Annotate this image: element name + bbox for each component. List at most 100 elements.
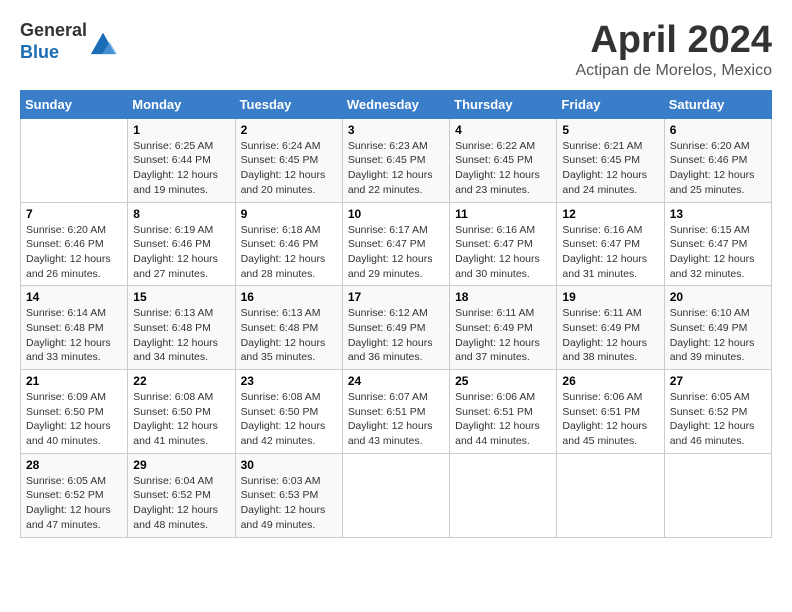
day-info: Sunrise: 6:12 AM Sunset: 6:49 PM Dayligh…	[348, 306, 444, 365]
calendar-cell: 28Sunrise: 6:05 AM Sunset: 6:52 PM Dayli…	[21, 453, 128, 537]
week-row-4: 21 Sunrise: 6:09 AM Sunset: 6:50 PM Dayli…	[21, 370, 772, 454]
calendar-cell: 14 Sunrise: 6:14 AM Sunset: 6:48 PM Dayli…	[21, 286, 128, 370]
day-number: 6	[670, 123, 766, 137]
calendar-cell: 5 Sunrise: 6:21 AM Sunset: 6:45 PM Daylig…	[557, 118, 664, 202]
calendar-cell: 25 Sunrise: 6:06 AM Sunset: 6:51 PM Dayli…	[450, 370, 557, 454]
calendar-cell: 29 Sunrise: 6:04 AM Sunset: 6:52 PM Dayli…	[128, 453, 235, 537]
day-info: Sunrise: 6:08 AM Sunset: 6:50 PM Dayligh…	[241, 390, 337, 449]
day-info: Sunrise: 6:16 AM Sunset: 6:47 PM Dayligh…	[562, 223, 658, 282]
day-number: 28	[26, 458, 122, 472]
day-info: Sunrise: 6:15 AM Sunset: 6:47 PM Dayligh…	[670, 223, 766, 282]
calendar-cell: 21 Sunrise: 6:09 AM Sunset: 6:50 PM Dayli…	[21, 370, 128, 454]
day-number: 23	[241, 374, 337, 388]
day-number: 20	[670, 290, 766, 304]
day-number: 16	[241, 290, 337, 304]
day-header-wednesday: Wednesday	[342, 90, 449, 118]
calendar-cell	[557, 453, 664, 537]
day-info: Sunrise: 6:13 AM Sunset: 6:48 PM Dayligh…	[133, 306, 229, 365]
calendar-cell: 8 Sunrise: 6:19 AM Sunset: 6:46 PM Daylig…	[128, 202, 235, 286]
day-info: Sunrise: 6:06 AM Sunset: 6:51 PM Dayligh…	[455, 390, 551, 449]
day-number: 9	[241, 207, 337, 221]
day-header-saturday: Saturday	[664, 90, 771, 118]
day-header-sunday: Sunday	[21, 90, 128, 118]
day-info: Sunrise: 6:13 AM Sunset: 6:48 PM Dayligh…	[241, 306, 337, 365]
day-info: Sunrise: 6:04 AM Sunset: 6:52 PM Dayligh…	[133, 474, 229, 533]
calendar-cell: 10 Sunrise: 6:17 AM Sunset: 6:47 PM Dayli…	[342, 202, 449, 286]
day-number: 30	[241, 458, 337, 472]
calendar-cell: 13 Sunrise: 6:15 AM Sunset: 6:47 PM Dayli…	[664, 202, 771, 286]
day-info: Sunrise: 6:20 AM Sunset: 6:46 PM Dayligh…	[26, 223, 122, 282]
day-info: Sunrise: 6:19 AM Sunset: 6:46 PM Dayligh…	[133, 223, 229, 282]
week-row-1: 1Sunrise: 6:25 AM Sunset: 6:44 PM Daylig…	[21, 118, 772, 202]
calendar-cell: 6 Sunrise: 6:20 AM Sunset: 6:46 PM Daylig…	[664, 118, 771, 202]
day-number: 27	[670, 374, 766, 388]
day-number: 15	[133, 290, 229, 304]
day-number: 5	[562, 123, 658, 137]
day-number: 14	[26, 290, 122, 304]
day-header-thursday: Thursday	[450, 90, 557, 118]
day-info: Sunrise: 6:06 AM Sunset: 6:51 PM Dayligh…	[562, 390, 658, 449]
calendar-cell	[450, 453, 557, 537]
calendar-cell: 4Sunrise: 6:22 AM Sunset: 6:45 PM Daylig…	[450, 118, 557, 202]
location-subtitle: Actipan de Morelos, Mexico	[575, 62, 772, 80]
week-row-3: 14 Sunrise: 6:14 AM Sunset: 6:48 PM Dayli…	[21, 286, 772, 370]
day-info: Sunrise: 6:05 AM Sunset: 6:52 PM Dayligh…	[670, 390, 766, 449]
day-number: 12	[562, 207, 658, 221]
day-number: 1	[133, 123, 229, 137]
logo-text: General Blue	[20, 20, 87, 63]
week-row-5: 28Sunrise: 6:05 AM Sunset: 6:52 PM Dayli…	[21, 453, 772, 537]
day-number: 17	[348, 290, 444, 304]
day-header-tuesday: Tuesday	[235, 90, 342, 118]
calendar-cell: 30 Sunrise: 6:03 AM Sunset: 6:53 PM Dayli…	[235, 453, 342, 537]
day-number: 21	[26, 374, 122, 388]
calendar-table: SundayMondayTuesdayWednesdayThursdayFrid…	[20, 90, 772, 538]
day-number: 10	[348, 207, 444, 221]
day-info: Sunrise: 6:16 AM Sunset: 6:47 PM Dayligh…	[455, 223, 551, 282]
day-info: Sunrise: 6:18 AM Sunset: 6:46 PM Dayligh…	[241, 223, 337, 282]
calendar-cell: 23 Sunrise: 6:08 AM Sunset: 6:50 PM Dayli…	[235, 370, 342, 454]
calendar-cell: 9 Sunrise: 6:18 AM Sunset: 6:46 PM Daylig…	[235, 202, 342, 286]
day-info: Sunrise: 6:11 AM Sunset: 6:49 PM Dayligh…	[562, 306, 658, 365]
calendar-cell: 16 Sunrise: 6:13 AM Sunset: 6:48 PM Dayli…	[235, 286, 342, 370]
day-info: Sunrise: 6:03 AM Sunset: 6:53 PM Dayligh…	[241, 474, 337, 533]
calendar-cell	[664, 453, 771, 537]
day-info: Sunrise: 6:07 AM Sunset: 6:51 PM Dayligh…	[348, 390, 444, 449]
day-info: Sunrise: 6:21 AM Sunset: 6:45 PM Dayligh…	[562, 139, 658, 198]
day-number: 8	[133, 207, 229, 221]
day-info: Sunrise: 6:09 AM Sunset: 6:50 PM Dayligh…	[26, 390, 122, 449]
day-number: 26	[562, 374, 658, 388]
calendar-cell: 11Sunrise: 6:16 AM Sunset: 6:47 PM Dayli…	[450, 202, 557, 286]
calendar-cell: 15 Sunrise: 6:13 AM Sunset: 6:48 PM Dayli…	[128, 286, 235, 370]
calendar-cell	[21, 118, 128, 202]
day-number: 3	[348, 123, 444, 137]
day-info: Sunrise: 6:10 AM Sunset: 6:49 PM Dayligh…	[670, 306, 766, 365]
day-header-monday: Monday	[128, 90, 235, 118]
day-number: 13	[670, 207, 766, 221]
day-number: 19	[562, 290, 658, 304]
day-number: 25	[455, 374, 551, 388]
calendar-cell: 3 Sunrise: 6:23 AM Sunset: 6:45 PM Daylig…	[342, 118, 449, 202]
day-header-friday: Friday	[557, 90, 664, 118]
day-info: Sunrise: 6:20 AM Sunset: 6:46 PM Dayligh…	[670, 139, 766, 198]
calendar-cell: 18 Sunrise: 6:11 AM Sunset: 6:49 PM Dayli…	[450, 286, 557, 370]
page-header: General Blue April 2024 Actipan de Morel…	[20, 20, 772, 80]
header-row: SundayMondayTuesdayWednesdayThursdayFrid…	[21, 90, 772, 118]
day-number: 29	[133, 458, 229, 472]
calendar-cell: 17 Sunrise: 6:12 AM Sunset: 6:49 PM Dayli…	[342, 286, 449, 370]
day-number: 22	[133, 374, 229, 388]
day-info: Sunrise: 6:22 AM Sunset: 6:45 PM Dayligh…	[455, 139, 551, 198]
day-info: Sunrise: 6:23 AM Sunset: 6:45 PM Dayligh…	[348, 139, 444, 198]
calendar-cell: 22Sunrise: 6:08 AM Sunset: 6:50 PM Dayli…	[128, 370, 235, 454]
calendar-cell	[342, 453, 449, 537]
day-number: 2	[241, 123, 337, 137]
calendar-cell: 2Sunrise: 6:24 AM Sunset: 6:45 PM Daylig…	[235, 118, 342, 202]
day-number: 18	[455, 290, 551, 304]
calendar-cell: 7 Sunrise: 6:20 AM Sunset: 6:46 PM Daylig…	[21, 202, 128, 286]
calendar-cell: 26 Sunrise: 6:06 AM Sunset: 6:51 PM Dayli…	[557, 370, 664, 454]
day-info: Sunrise: 6:11 AM Sunset: 6:49 PM Dayligh…	[455, 306, 551, 365]
day-info: Sunrise: 6:14 AM Sunset: 6:48 PM Dayligh…	[26, 306, 122, 365]
day-info: Sunrise: 6:17 AM Sunset: 6:47 PM Dayligh…	[348, 223, 444, 282]
month-title: April 2024	[575, 20, 772, 62]
calendar-cell: 24Sunrise: 6:07 AM Sunset: 6:51 PM Dayli…	[342, 370, 449, 454]
day-number: 7	[26, 207, 122, 221]
